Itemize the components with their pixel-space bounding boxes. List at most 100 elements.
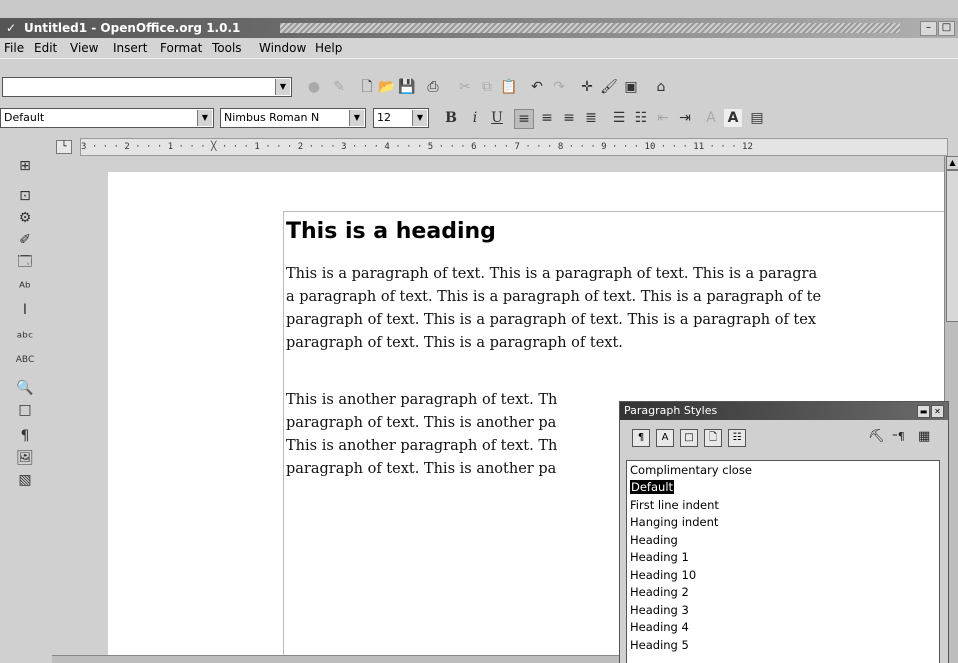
justify-icon[interactable]: ≣	[582, 109, 600, 127]
graphics-off-icon[interactable]: 🖼	[14, 448, 36, 468]
paste-icon[interactable]: 📋	[500, 78, 518, 96]
style-list-item[interactable]: Heading 2	[630, 585, 689, 599]
redo-icon[interactable]: ↷	[550, 78, 568, 96]
document-heading[interactable]: This is a heading	[286, 218, 496, 246]
copy-icon[interactable]: ⧉	[478, 78, 496, 96]
menu-edit[interactable]: Edit	[34, 41, 57, 55]
chevron-down-icon[interactable]: ▼	[275, 79, 290, 95]
paragraph-styles-icon[interactable]: ¶	[632, 429, 650, 447]
style-list-item[interactable]: First line indent	[630, 498, 719, 512]
window-title: Untitled1 - OpenOffice.org 1.0.1	[24, 21, 241, 35]
print-icon[interactable]: ⎙	[424, 78, 442, 96]
open-folder-icon[interactable]: 📂	[378, 78, 396, 96]
character-styles-icon[interactable]: A	[656, 429, 674, 447]
menu-tools[interactable]: Tools	[212, 41, 242, 55]
horizontal-ruler[interactable]: 3 · · · 2 · · · 1 · · · ╳ · · · 1 · · · …	[80, 138, 948, 156]
online-layout-icon[interactable]: ▧	[14, 470, 36, 490]
numbering-icon[interactable]: ☰	[610, 109, 628, 127]
menu-view[interactable]: View	[70, 41, 98, 55]
font-name-combo[interactable]: Nimbus Roman N ▼	[220, 108, 366, 128]
insert-object-icon[interactable]: ⚙	[14, 208, 36, 228]
style-list-item[interactable]: Heading	[630, 533, 678, 547]
bullets-icon[interactable]: ☷	[632, 109, 650, 127]
show-draw-functions-icon[interactable]: ✐	[14, 230, 36, 250]
navigator-icon[interactable]: ✛	[578, 78, 596, 96]
minimize-button[interactable]: –	[920, 21, 937, 36]
scrollbar-thumb[interactable]	[946, 170, 958, 322]
menu-format[interactable]: Format	[160, 41, 202, 55]
text-cursor-icon[interactable]: I	[14, 300, 36, 320]
stylist-title-bar[interactable]: Paragraph Styles ▬ ✕	[620, 402, 948, 420]
save-icon[interactable]: 💾	[398, 78, 416, 96]
align-right-icon[interactable]: ≡	[560, 109, 578, 127]
menu-insert[interactable]: Insert	[113, 41, 147, 55]
style-list-item[interactable]: Heading 4	[630, 620, 689, 634]
menu-file[interactable]: File	[4, 41, 24, 55]
nonprinting-characters-icon[interactable]: ¶	[14, 426, 36, 446]
menu-window[interactable]: Window	[259, 41, 306, 55]
scroll-up-icon[interactable]: ▲	[946, 156, 958, 170]
data-sources-panel-icon[interactable]: □	[14, 400, 36, 420]
paragraph-1-line[interactable]: a paragraph of text. This is a paragraph…	[286, 286, 944, 309]
style-list-item[interactable]: Heading 5	[630, 638, 689, 652]
form-functions-icon[interactable]: 🗔	[14, 252, 36, 272]
chevron-down-icon[interactable]: ▼	[412, 110, 427, 126]
find-replace-icon[interactable]: 🔍	[14, 378, 36, 398]
font-color-button[interactable]: A	[702, 109, 720, 127]
style-list-item[interactable]: Complimentary close	[630, 463, 752, 477]
numbering-styles-icon[interactable]: ☷	[728, 429, 746, 447]
align-center-icon[interactable]: ≡	[538, 109, 556, 127]
italic-button[interactable]: i	[466, 109, 484, 127]
undo-icon[interactable]: ↶	[528, 78, 546, 96]
stylist-close-button[interactable]: ✕	[931, 405, 944, 418]
gallery-icon[interactable]: ▣	[622, 78, 640, 96]
increase-indent-icon[interactable]: ⇥	[676, 109, 694, 127]
cut-icon[interactable]: ✂	[456, 78, 474, 96]
style-list-item[interactable]: Hanging indent	[630, 515, 718, 529]
font-size-combo[interactable]: 12 ▼	[373, 108, 429, 128]
insert-table-icon[interactable]: ⊞	[14, 156, 36, 176]
tab-stop-icon[interactable]: └	[56, 140, 72, 154]
maximize-button[interactable]: □	[938, 21, 955, 36]
main-toolbar: ⊞ ⊡ ⚙ ✐ 🗔 ᴬᵇ I ᵃᵇᶜ ABC 🔍 □ ¶ 🖼 ▧	[0, 156, 53, 663]
chevron-down-icon[interactable]: ▼	[349, 110, 364, 126]
insert-fields-icon[interactable]: ⊡	[14, 186, 36, 206]
decrease-indent-icon[interactable]: ⇤	[654, 109, 672, 127]
chevron-down-icon[interactable]: ▼	[197, 110, 212, 126]
highlight-button[interactable]: A	[724, 109, 742, 127]
underline-button[interactable]: U	[488, 109, 506, 127]
style-list-item[interactable]: Heading 10	[630, 568, 696, 582]
stop-icon[interactable]: ●	[305, 78, 323, 96]
align-left-icon[interactable]: ≡	[514, 109, 534, 129]
stylist-minimize-button[interactable]: ▬	[917, 405, 930, 418]
new-style-from-selection-icon[interactable]: ⁼¶	[892, 429, 905, 445]
url-combo[interactable]: ▼	[2, 77, 292, 97]
font-name-value[interactable]: Nimbus Roman N	[224, 111, 342, 125]
spellcheck-icon[interactable]: ᵃᵇᶜ	[14, 328, 36, 348]
bold-button[interactable]: B	[442, 109, 460, 127]
style-list-item[interactable]: Heading 3	[630, 603, 689, 617]
frame-styles-icon[interactable]: □	[680, 429, 698, 447]
paragraph-1-line[interactable]: paragraph of text. This is a paragraph o…	[286, 332, 944, 355]
stylist-icon[interactable]: 🖌	[600, 78, 618, 96]
style-list-item[interactable]: Heading 1	[630, 550, 689, 564]
paragraph-style-combo[interactable]: Default ▼	[0, 108, 214, 128]
data-sources-icon[interactable]: ⌂	[652, 78, 670, 96]
edit-file-icon[interactable]: ✎	[330, 78, 348, 96]
style-list[interactable]: Complimentary close Default First line i…	[626, 460, 940, 663]
window-menu-icon[interactable]: ✓	[2, 20, 20, 36]
paragraph-style-value[interactable]: Default	[4, 111, 44, 125]
edit-autotext-icon[interactable]: ᴬᵇ	[14, 278, 36, 298]
background-color-icon[interactable]: ▤	[748, 109, 766, 127]
style-list-item-selected[interactable]: Default	[630, 480, 675, 494]
font-size-value[interactable]: 12	[377, 111, 391, 125]
fill-format-icon[interactable]: ⛏	[868, 429, 885, 445]
autospellcheck-icon[interactable]: ABC	[14, 350, 36, 370]
page-styles-icon[interactable]: 🗋	[704, 429, 722, 447]
paragraph-1-line[interactable]: This is a paragraph of text. This is a p…	[286, 263, 944, 286]
menu-help[interactable]: Help	[315, 41, 342, 55]
update-style-icon[interactable]: ▦	[918, 429, 930, 445]
title-bar[interactable]: ✓ Untitled1 - OpenOffice.org 1.0.1 – □	[0, 18, 958, 38]
new-document-icon[interactable]: 🗋	[358, 78, 376, 96]
paragraph-1-line[interactable]: paragraph of text. This is a paragraph o…	[286, 309, 944, 332]
